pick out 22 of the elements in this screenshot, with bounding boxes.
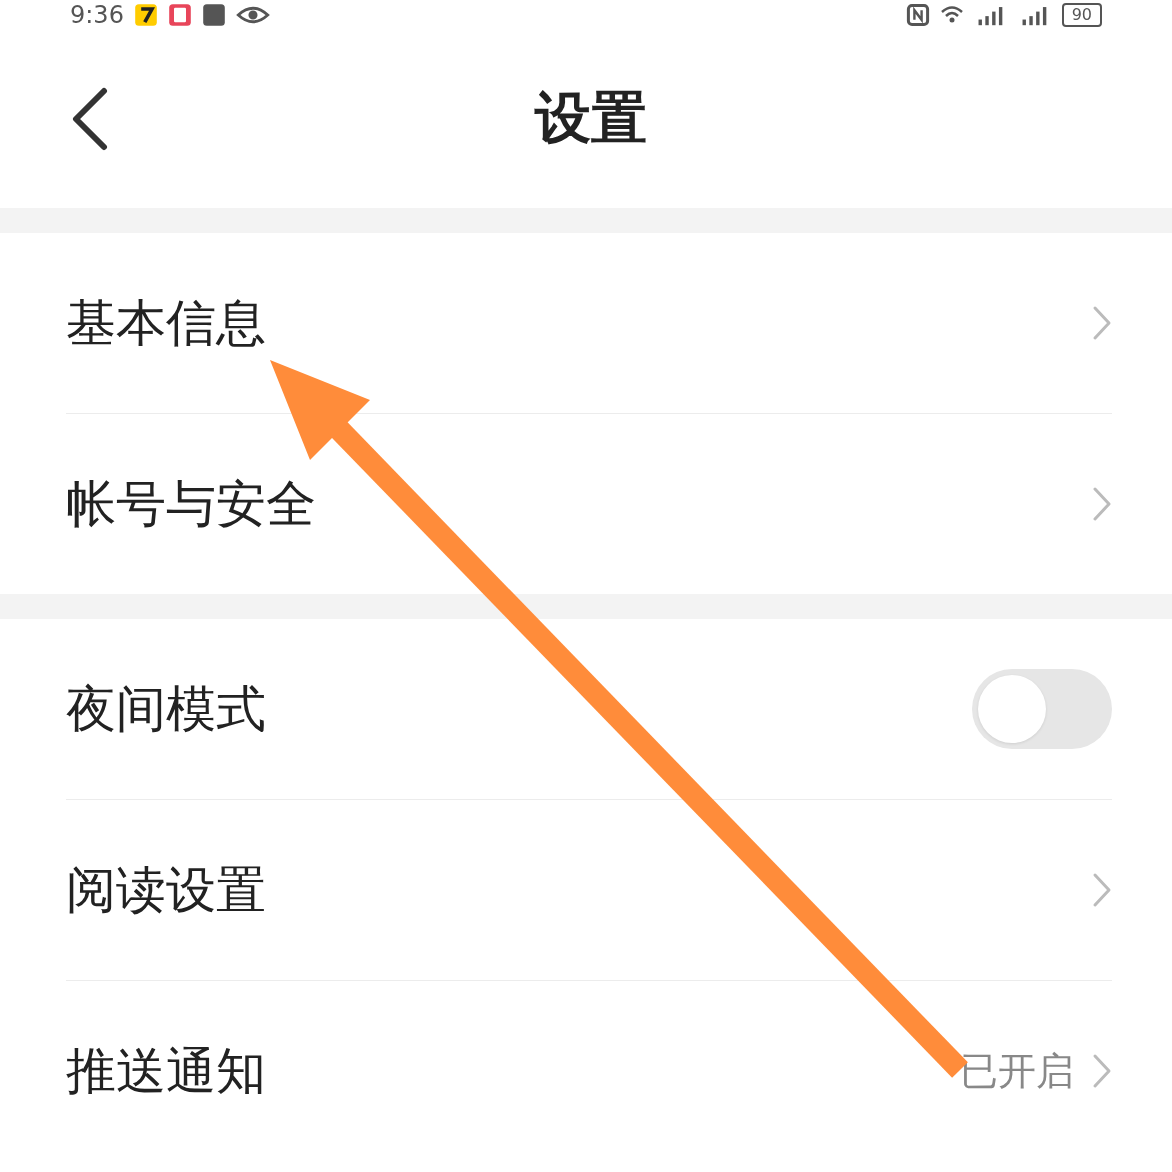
chevron-icon	[1092, 305, 1112, 341]
app-notification-icon	[201, 3, 226, 27]
nfc-icon	[905, 3, 930, 27]
settings-row[interactable]: 推送通知 已开启	[66, 981, 1112, 1161]
chevron-icon	[1092, 1053, 1112, 1089]
chevron-icon	[1092, 872, 1112, 908]
row-value: 已开启	[960, 1047, 1074, 1095]
row-label: 基本信息	[66, 292, 266, 354]
row-label: 帐号与安全	[66, 473, 316, 535]
app-notification-icon	[167, 3, 192, 27]
page-title: 设置	[533, 84, 648, 152]
settings-row[interactable]: 夜间模式	[66, 619, 1112, 800]
clock: 9:36	[70, 1, 124, 29]
row-label: 推送通知	[66, 1040, 266, 1102]
battery-indicator: 90	[1061, 3, 1102, 27]
chevron-icon	[1092, 486, 1112, 522]
settings-row[interactable]: 帐号与安全	[66, 414, 1112, 594]
settings-row[interactable]: 阅读设置	[66, 800, 1112, 981]
back-icon[interactable]	[70, 87, 110, 151]
app-notification-icon	[133, 3, 158, 27]
row-label: 夜间模式	[66, 678, 266, 740]
row-label: 阅读设置	[66, 859, 266, 921]
